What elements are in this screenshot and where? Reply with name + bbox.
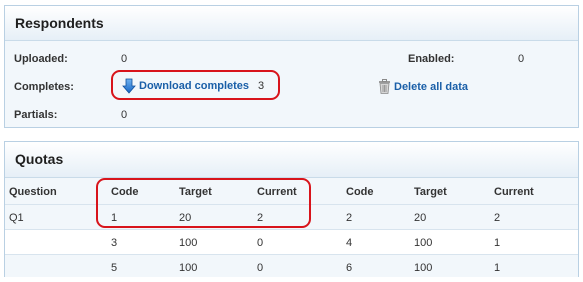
download-arrow-icon xyxy=(122,78,136,94)
cell-current: 2 xyxy=(257,212,264,224)
uploaded-label: Uploaded: xyxy=(14,53,68,65)
cell-target: 100 xyxy=(179,237,198,249)
cell-current: 0 xyxy=(257,262,264,274)
enabled-value: 0 xyxy=(518,53,525,65)
respondents-title: Respondents xyxy=(5,6,578,41)
quotas-title: Quotas xyxy=(5,142,578,178)
partials-value: 0 xyxy=(121,109,128,121)
header-code-2: Code xyxy=(346,186,374,198)
uploaded-value: 0 xyxy=(121,53,128,65)
completes-label: Completes: xyxy=(14,81,74,93)
cell-target-2: 100 xyxy=(414,237,433,249)
header-code: Code xyxy=(111,186,139,198)
cell-code-2: 4 xyxy=(346,237,353,249)
partials-label: Partials: xyxy=(14,109,58,121)
download-completes-link[interactable]: Download completes 3 xyxy=(122,77,264,95)
table-row: 5 100 0 6 100 1 xyxy=(5,254,578,277)
header-target-2: Target xyxy=(414,186,447,198)
cell-target: 100 xyxy=(179,262,198,274)
header-current-2: Current xyxy=(494,186,534,198)
completes-count: 3 xyxy=(258,80,265,92)
respondents-panel: Respondents Uploaded: 0 Enabled: 0 Compl… xyxy=(4,5,579,128)
cell-question: Q1 xyxy=(9,212,24,224)
cell-target-2: 20 xyxy=(414,212,427,224)
cell-code: 1 xyxy=(111,212,118,224)
cell-target: 20 xyxy=(179,212,192,224)
quotas-table-header: Question Code Target Current Code Target… xyxy=(5,178,578,205)
delete-all-data-label: Delete all data xyxy=(394,80,468,93)
cell-target-2: 100 xyxy=(414,262,433,274)
trash-icon xyxy=(378,79,391,94)
delete-all-data-link[interactable]: Delete all data xyxy=(378,79,468,94)
cell-code: 3 xyxy=(111,237,118,249)
header-question: Question xyxy=(9,186,57,198)
download-completes-label: Download completes xyxy=(139,80,250,92)
table-row: 3 100 0 4 100 1 xyxy=(5,229,578,254)
enabled-label: Enabled: xyxy=(408,53,455,65)
quotas-panel: Quotas Question Code Target Current Code… xyxy=(4,141,579,277)
cell-current-2: 1 xyxy=(494,262,501,274)
header-target: Target xyxy=(179,186,212,198)
cell-current-2: 1 xyxy=(494,237,501,249)
cell-current-2: 2 xyxy=(494,212,501,224)
cell-code-2: 2 xyxy=(346,212,353,224)
table-row: Q1 1 20 2 2 20 2 xyxy=(5,204,578,229)
cell-current: 0 xyxy=(257,237,264,249)
cell-code-2: 6 xyxy=(346,262,353,274)
cell-code: 5 xyxy=(111,262,118,274)
header-current: Current xyxy=(257,186,297,198)
